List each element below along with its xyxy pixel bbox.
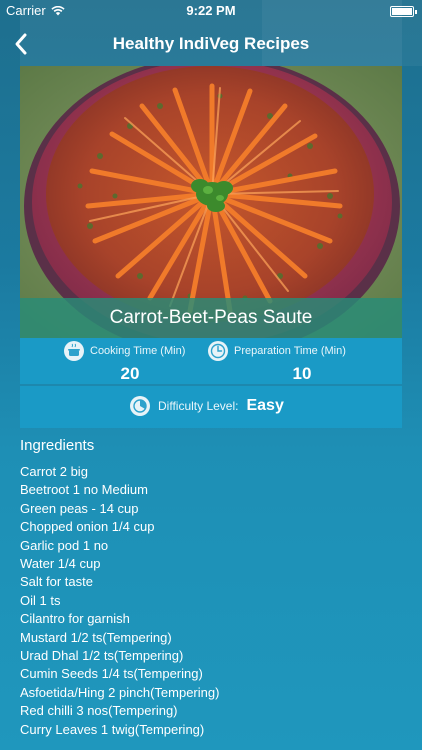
ingredients-heading: Ingredients (20, 437, 95, 454)
ingredients-list: Carrot 2 big Beetroot 1 no Medium Green … (20, 463, 402, 739)
preparation-time: Preparation Time (Min) 10 (208, 338, 398, 384)
ingredient-item: Mustard 1/2 ts(Tempering) (20, 629, 172, 645)
ingredient-item: Asfoetida/Hing 2 pinch(Tempering) (20, 684, 220, 700)
status-time: 9:22 PM (186, 3, 236, 18)
difficulty-row: Difficulty Level: Easy (130, 396, 284, 416)
ingredient-item: Water 1/4 cup (20, 556, 101, 572)
ingredient-item: Garlic pod 1 no (20, 537, 109, 553)
preparation-time-header: Preparation Time (Min) (208, 341, 346, 361)
ingredient-item: Carrot 2 big (20, 464, 88, 479)
preparation-time-label: Preparation Time (Min) (234, 345, 346, 357)
ingredient-item: Salt for taste (20, 574, 93, 590)
battery-icon (390, 6, 417, 17)
ingredient-item: Urad Dhal 1/2 ts(Tempering) (20, 648, 184, 664)
ingredient-item: Green peas - 14 cup (20, 500, 139, 516)
preparation-time-value: 10 (292, 364, 312, 383)
page-title: Healthy IndiVeg Recipes (112, 34, 310, 53)
ingredient-item: Chopped onion 1/4 cup (20, 519, 155, 535)
cooking-time-value: 20 (120, 364, 140, 383)
cooking-time-header: Cooking Time (Min) (64, 341, 185, 361)
difficulty-panel: Difficulty Level: Easy (20, 386, 402, 428)
recipe-photo: Carrot-Beet-Peas Saute (20, 66, 402, 338)
navigation-bar: Healthy IndiVeg Recipes (0, 22, 422, 66)
ingredient-item: Oil 1 ts (20, 592, 61, 608)
status-bar: Carrier 9:22 PM (0, 0, 422, 22)
ingredient-item: Cumin Seeds 1/4 ts(Tempering) (20, 666, 203, 682)
time-info-panel: Cooking Time (Min) 20 Preparation Time (… (20, 338, 402, 384)
ingredients-section: Ingredients Carrot 2 big Beetroot 1 no M… (20, 437, 402, 739)
ingredient-item: Cilantro for garnish (20, 611, 130, 627)
pot-icon (64, 341, 84, 361)
difficulty-label: Difficulty Level: (158, 399, 239, 413)
cooking-time-label: Cooking Time (Min) (90, 345, 186, 357)
ingredient-item: Red chilli 3 nos(Tempering) (20, 703, 178, 719)
ingredient-item: Beetroot 1 no Medium (20, 482, 148, 498)
difficulty-icon (130, 396, 150, 416)
recipe-title: Carrot-Beet-Peas Saute (20, 298, 402, 338)
clock-icon (208, 341, 228, 361)
difficulty-value: Easy (246, 397, 284, 414)
ingredient-item: Curry Leaves 1 twig(Tempering) (20, 721, 205, 737)
